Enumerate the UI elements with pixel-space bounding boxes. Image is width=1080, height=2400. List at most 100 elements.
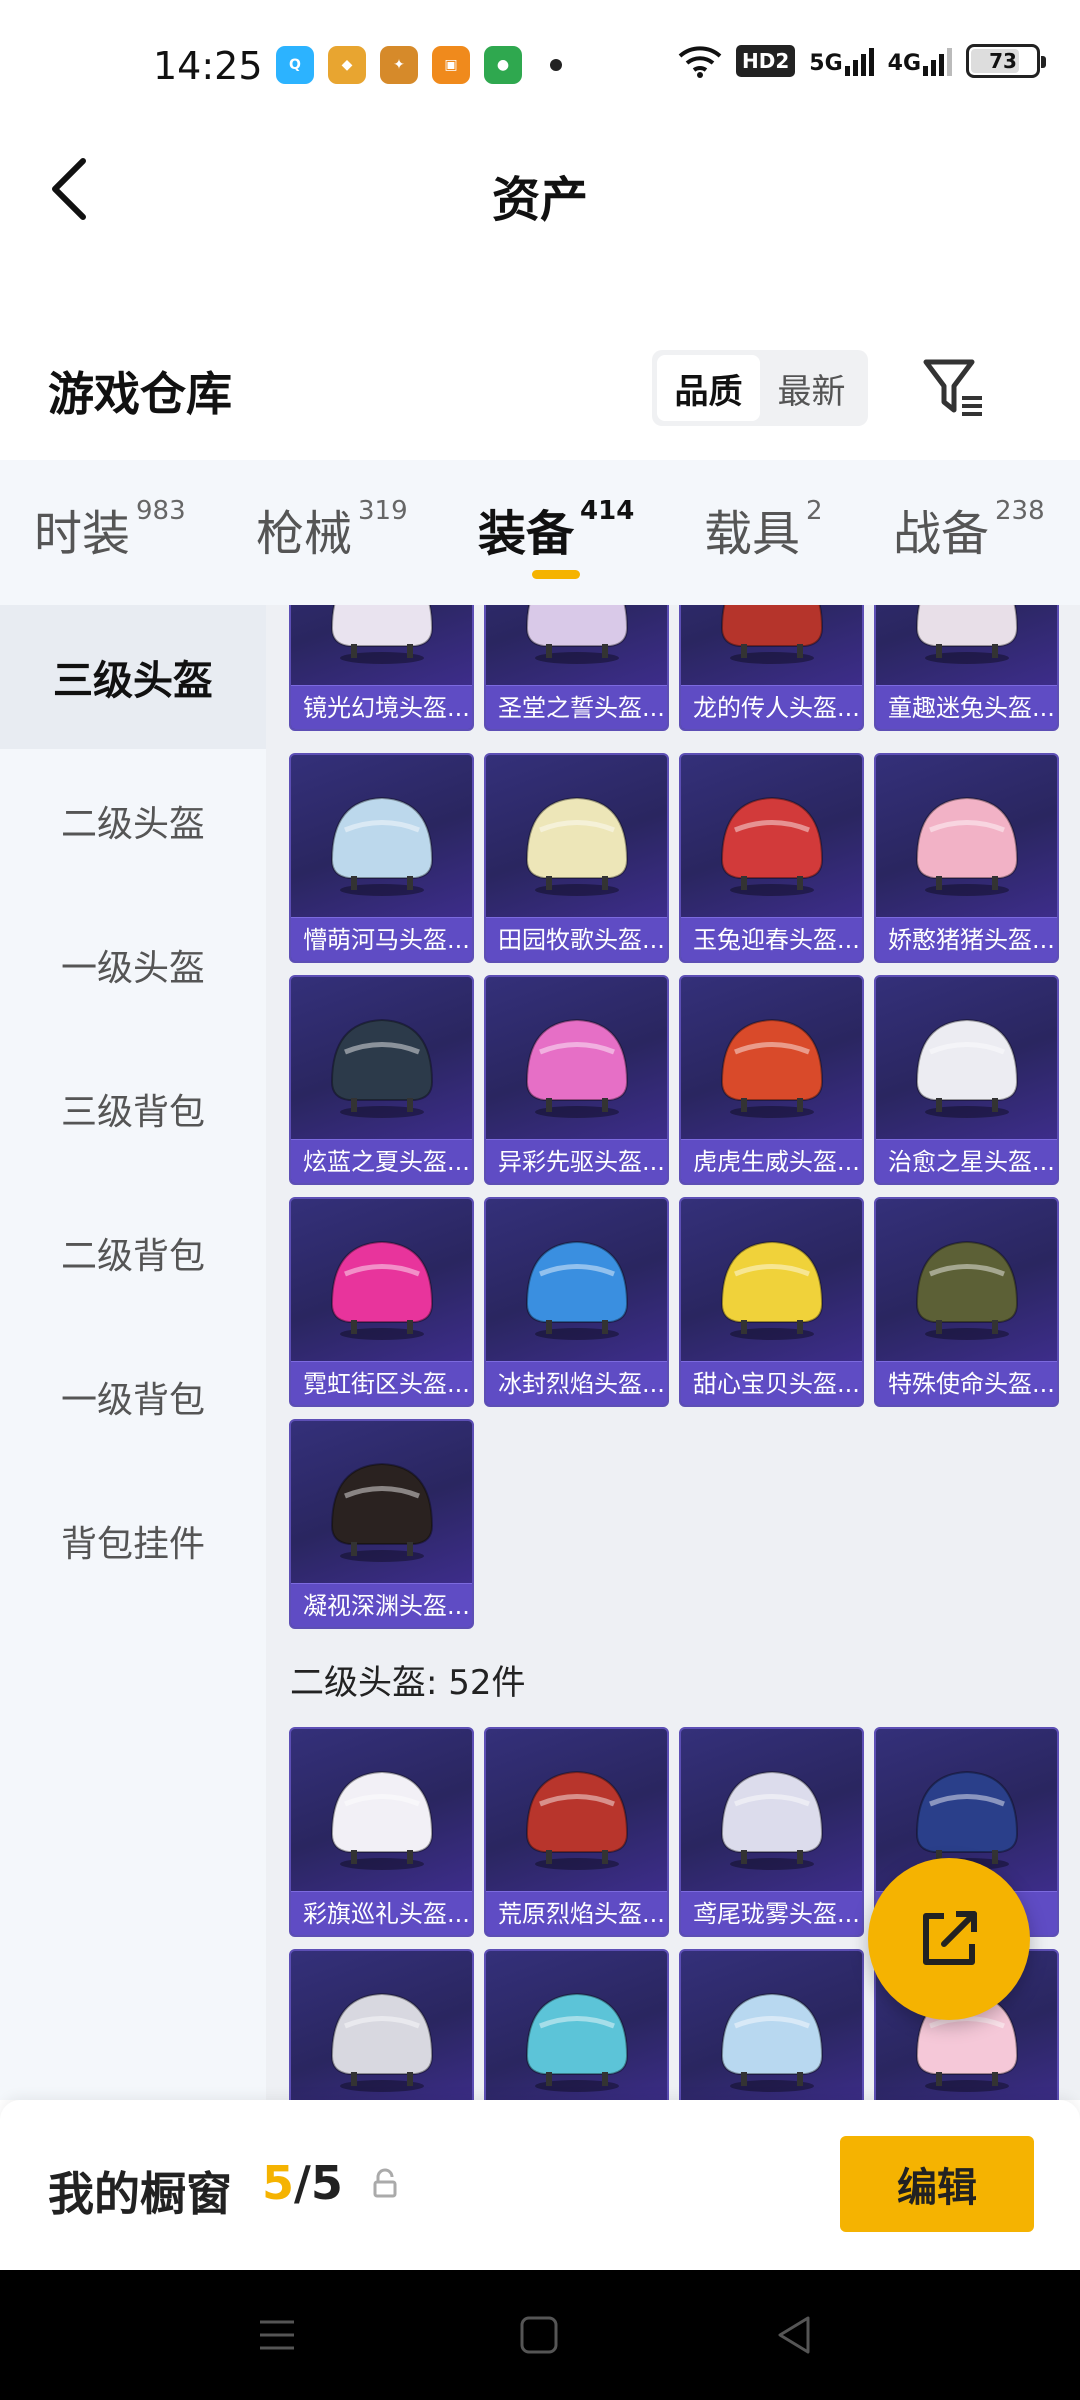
- status-bar: 14:25 Q ◆ ✦ ▣ ● HD2 5G 4G 73: [0, 0, 1080, 132]
- item-name: 治愈之星头盔...: [876, 1139, 1057, 1183]
- item-card[interactable]: 田园牧歌头盔...: [484, 753, 669, 963]
- item-name: 冰封烈焰头盔...: [486, 1361, 667, 1405]
- item-name: 凝视深渊头盔...: [291, 1583, 472, 1627]
- item-image: [291, 1421, 472, 1591]
- hero-app-icon: ✦: [380, 46, 418, 84]
- network-4g-label: 4G: [887, 51, 922, 76]
- tab-label: 战备: [893, 506, 990, 562]
- calendar-app-icon: ▣: [432, 46, 470, 84]
- item-image: [291, 1729, 472, 1899]
- helmet-icon: [720, 1770, 823, 1870]
- side-item-level3-helmet[interactable]: 三级头盔: [0, 605, 266, 749]
- item-card[interactable]: 特殊使命头盔...: [874, 1197, 1059, 1407]
- helmet-icon: [525, 1992, 628, 2092]
- item-card[interactable]: 凝视深渊头盔...: [289, 1419, 474, 1629]
- item-image: [876, 755, 1057, 925]
- item-name: 玉兔迎春头盔...: [681, 917, 862, 961]
- item-card[interactable]: 甜心宝贝头盔...: [679, 1197, 864, 1407]
- edit-button[interactable]: 编辑: [840, 2136, 1034, 2232]
- helmet-icon: [915, 605, 1018, 664]
- tab-count: 238: [995, 496, 1045, 526]
- item-name: 龙的传人头盔...: [681, 685, 862, 729]
- item-card[interactable]: 彩旗巡礼头盔...: [289, 1727, 474, 1937]
- item-card[interactable]: [679, 1949, 864, 2100]
- tab-count: 2: [806, 496, 823, 526]
- item-card[interactable]: 玉兔迎春头盔...: [679, 753, 864, 963]
- side-item-backpack-charm[interactable]: 背包挂件: [0, 1469, 266, 1613]
- item-card[interactable]: 镜光幻境头盔...: [289, 605, 474, 731]
- lock-icon: [373, 2168, 397, 2198]
- item-image: [486, 977, 667, 1147]
- helmet-icon: [330, 1018, 433, 1118]
- sort-quality-button[interactable]: 品质: [657, 355, 760, 421]
- showcase-total: /5: [294, 2156, 343, 2210]
- item-card[interactable]: 荒原烈焰头盔...: [484, 1727, 669, 1937]
- tab-supplies[interactable]: 战备 238: [893, 494, 1045, 564]
- item-card[interactable]: 童趣迷兔头盔...: [874, 605, 1059, 731]
- signal-4g-icon: 4G: [887, 46, 953, 76]
- item-name: 圣堂之誓头盔...: [486, 685, 667, 729]
- item-name: 彩旗巡礼头盔...: [291, 1891, 472, 1935]
- item-name: 霓虹街区头盔...: [291, 1361, 472, 1405]
- item-image: [486, 755, 667, 925]
- item-name: 鸢尾珑雾头盔...: [681, 1891, 862, 1935]
- side-item-level2-helmet[interactable]: 二级头盔: [0, 749, 266, 893]
- tab-guns[interactable]: 枪械 319: [256, 494, 408, 564]
- battery-icon: 73: [966, 44, 1047, 78]
- item-name: 娇憨猪猪头盔...: [876, 917, 1057, 961]
- filter-button[interactable]: [920, 354, 986, 420]
- helmet-icon: [330, 1770, 433, 1870]
- side-item-level3-backpack[interactable]: 三级背包: [0, 1037, 266, 1181]
- helmet-icon: [525, 1240, 628, 1340]
- helmet-icon: [330, 1992, 433, 2092]
- tab-label: 装备: [478, 506, 575, 562]
- tab-equipment[interactable]: 装备 414: [478, 494, 634, 564]
- item-image: [681, 755, 862, 925]
- back-triangle-icon[interactable]: [770, 2310, 820, 2360]
- helmet-icon: [330, 796, 433, 896]
- helmet-icon: [915, 1770, 1018, 1870]
- network-5g-label: 5G: [809, 51, 843, 76]
- warehouse-header: 游戏仓库 品质 最新: [0, 330, 1080, 450]
- panda-app-icon: ●: [484, 46, 522, 84]
- item-name: 异彩先驱头盔...: [486, 1139, 667, 1183]
- side-item-level1-backpack[interactable]: 一级背包: [0, 1325, 266, 1469]
- helmet-icon: [525, 796, 628, 896]
- home-icon[interactable]: [514, 2310, 564, 2360]
- item-image: [486, 605, 667, 693]
- item-card[interactable]: 龙的传人头盔...: [679, 605, 864, 731]
- item-card[interactable]: [484, 1949, 669, 2100]
- item-card[interactable]: 鸢尾珑雾头盔...: [679, 1727, 864, 1937]
- tab-vehicles[interactable]: 载具 2: [704, 494, 823, 564]
- item-card[interactable]: 治愈之星头盔...: [874, 975, 1059, 1185]
- item-name: 虎虎生威头盔...: [681, 1139, 862, 1183]
- item-card[interactable]: [289, 1949, 474, 2100]
- menu-icon[interactable]: [252, 2310, 302, 2360]
- helmet-icon: [525, 605, 628, 664]
- side-menu: 三级头盔 二级头盔 一级头盔 三级背包 二级背包 一级背包 背包挂件: [0, 605, 266, 2100]
- side-item-level2-backpack[interactable]: 二级背包: [0, 1181, 266, 1325]
- side-item-level1-helmet[interactable]: 一级头盔: [0, 893, 266, 1037]
- item-card[interactable]: 懵萌河马头盔...: [289, 753, 474, 963]
- filter-icon: [923, 359, 982, 416]
- item-image: [876, 605, 1057, 693]
- category-tabs: 时装 983 枪械 319 装备 414 载具 2 战备 238: [0, 460, 1080, 605]
- item-image: [681, 977, 862, 1147]
- showcase-title: 我的橱窗: [48, 2167, 232, 2221]
- tab-count: 983: [136, 496, 186, 526]
- sort-toggle: 品质 最新: [652, 350, 868, 426]
- battery-level: 73: [989, 49, 1017, 73]
- item-card[interactable]: 虎虎生威头盔...: [679, 975, 864, 1185]
- item-card[interactable]: 娇憨猪猪头盔...: [874, 753, 1059, 963]
- item-card[interactable]: 圣堂之誓头盔...: [484, 605, 669, 731]
- tab-fashion[interactable]: 时装 983: [34, 494, 186, 564]
- showcase-bar: 我的橱窗 5/5 编辑: [0, 2100, 1080, 2270]
- item-name: 镜光幻境头盔...: [291, 685, 472, 729]
- item-card[interactable]: 炫蓝之夏头盔...: [289, 975, 474, 1185]
- item-card[interactable]: 霓虹街区头盔...: [289, 1197, 474, 1407]
- system-nav-bar: [0, 2270, 1080, 2400]
- item-card[interactable]: 冰封烈焰头盔...: [484, 1197, 669, 1407]
- item-card[interactable]: 异彩先驱头盔...: [484, 975, 669, 1185]
- share-fab-button[interactable]: [868, 1858, 1030, 2020]
- sort-newest-button[interactable]: 最新: [760, 355, 863, 421]
